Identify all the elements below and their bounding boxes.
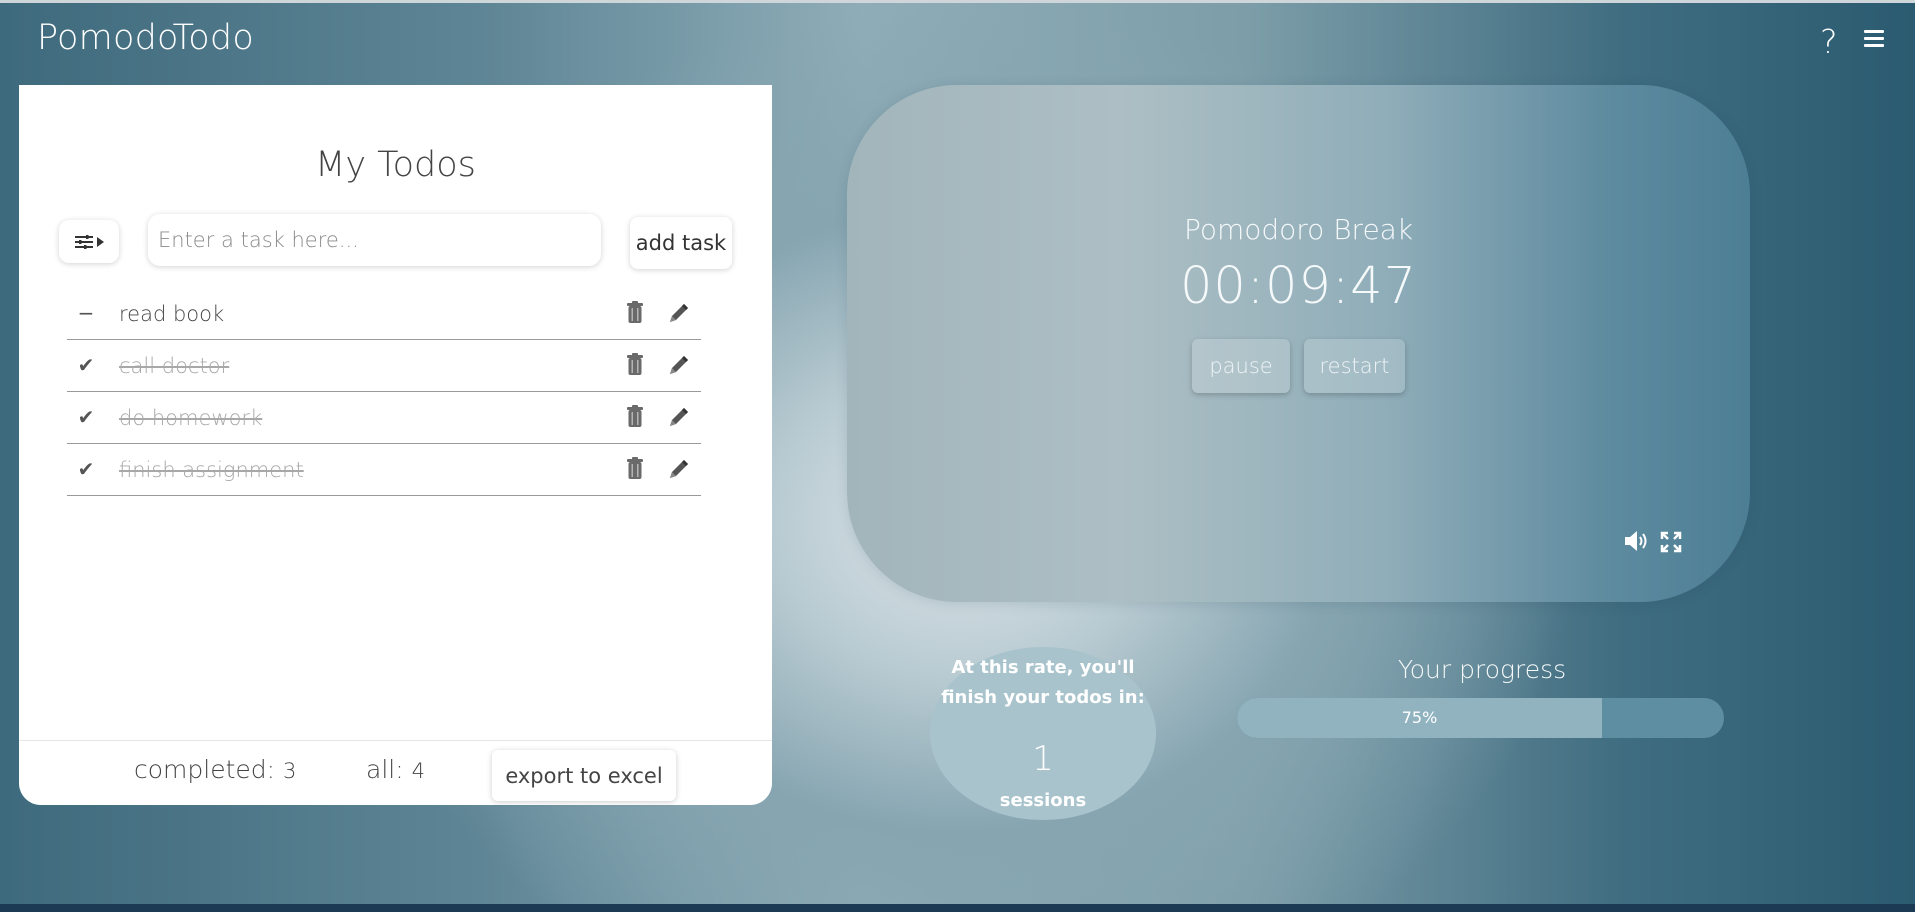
list-item: − read book [67,288,701,340]
all-label: all: [366,755,404,784]
trash-icon[interactable] [627,353,643,375]
pause-button[interactable]: pause [1192,339,1290,393]
timer-card: Pomodoro Break 00:09:47 pause restart [847,85,1750,602]
trash-icon[interactable] [627,301,643,323]
todo-panel: My Todos add task − read book [19,85,772,805]
progress-title: Your progress [1397,655,1567,684]
task-text: finish assignment [119,458,304,482]
trash-icon[interactable] [627,405,643,427]
app-title: PomodoTodo [37,18,254,58]
todo-title: My Todos [315,145,476,185]
estimate-unit: sessions [999,790,1087,811]
progress-percent: 75% [1401,708,1438,727]
task-list: − read book ✔ call doctor ✔ do homework … [67,288,701,496]
todo-footer: completed: 3 all: 4 export to excel [19,740,772,805]
speaker-icon[interactable] [1624,530,1650,552]
taskbar-edge [0,904,1915,912]
export-to-excel-button[interactable]: export to excel [492,750,676,801]
pencil-icon[interactable] [667,353,691,377]
list-item: ✔ finish assignment [67,444,701,496]
task-input[interactable] [148,214,601,266]
trash-icon[interactable] [627,457,643,479]
window-top-border [0,0,1915,3]
session-estimate: At this rate, you'll finish your todos i… [930,647,1156,820]
timer-mode-label: Pomodoro Break [1183,213,1414,246]
pencil-icon[interactable] [667,301,691,325]
hamburger-menu-icon[interactable] [1864,30,1884,50]
add-task-button[interactable]: add task [630,217,732,269]
all-count: all: 4 [366,755,425,784]
task-toggle[interactable]: ✔ [77,353,95,377]
estimate-sessions: 1 [1032,739,1054,779]
task-text: call doctor [119,354,230,378]
estimate-text: At this rate, you'll finish your todos i… [941,657,1145,708]
task-toggle[interactable]: ✔ [77,457,95,481]
all-value: 4 [411,759,425,783]
completed-label: completed: [134,755,276,784]
caret-right-icon [96,236,104,247]
help-icon[interactable]: ? [1820,22,1838,61]
task-toggle[interactable]: ✔ [77,405,95,429]
list-item: ✔ call doctor [67,340,701,392]
task-text: do homework [119,406,263,430]
restart-button[interactable]: restart [1304,339,1405,393]
completed-count: completed: 3 [134,755,296,784]
completed-value: 3 [283,759,297,783]
timer-countdown: 00:09:47 [1179,257,1418,316]
sliders-icon [74,234,93,249]
pencil-icon[interactable] [667,405,691,429]
expand-icon[interactable] [1660,531,1682,553]
task-text: read book [119,302,225,326]
list-item: ✔ do homework [67,392,701,444]
pencil-icon[interactable] [667,457,691,481]
task-toggle[interactable]: − [77,301,95,325]
filter-button[interactable] [59,220,119,263]
